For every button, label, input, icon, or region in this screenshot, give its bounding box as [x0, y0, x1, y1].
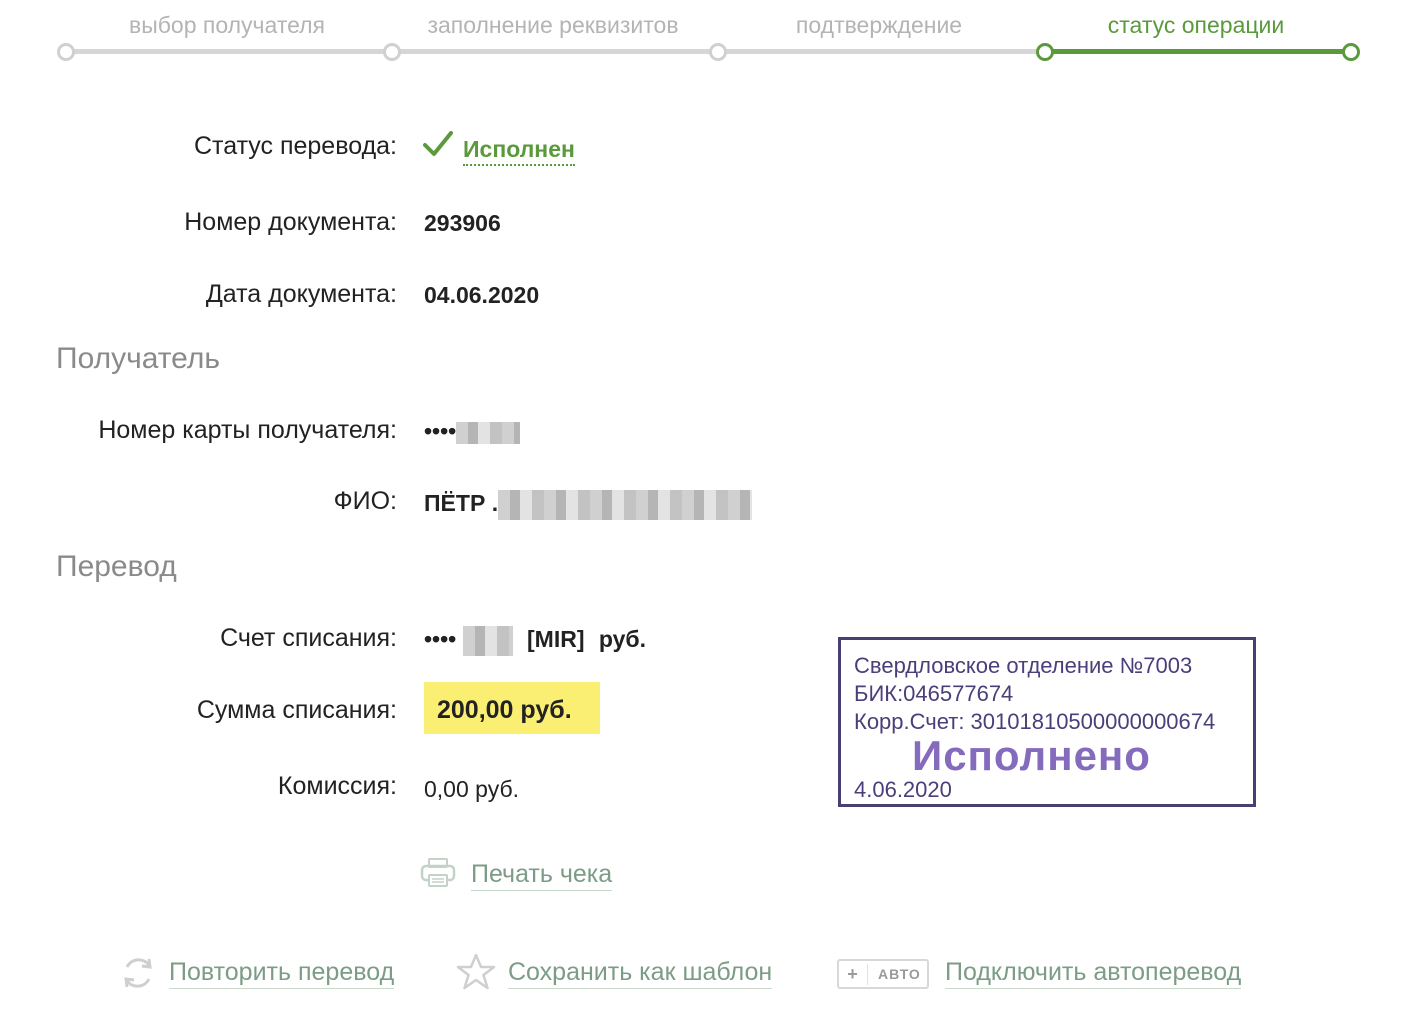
stamp-executed: Исполнено	[912, 732, 1151, 779]
document-number-value: 293906	[424, 210, 501, 236]
progress-track-active	[1044, 49, 1350, 54]
recipient-card-value: ••••	[424, 418, 521, 445]
debit-account-value: •••• [MIR] руб.	[424, 626, 646, 656]
printer-icon[interactable]	[420, 857, 456, 889]
recipient-name-label: ФИО:	[333, 487, 397, 515]
stamp-date: 4.06.2020	[854, 777, 952, 802]
recipient-name-value: ПЁТР .	[424, 490, 753, 520]
step-operation-status: статус операции	[1107, 12, 1285, 38]
account-currency: руб.	[598, 626, 647, 653]
refresh-icon[interactable]	[119, 954, 157, 992]
step-node-3	[709, 43, 727, 61]
card-mask-dots: ••••	[424, 418, 457, 444]
auto-badge[interactable]: + АВТО	[837, 959, 929, 989]
step-select-recipient: выбор получателя	[128, 12, 326, 38]
step-fill-details: заполнение реквизитов	[427, 12, 679, 38]
card-number-masked	[456, 421, 521, 444]
debit-account-label: Счет списания:	[220, 624, 397, 652]
stamp-branch: Свердловское отделение №7003	[854, 653, 1193, 678]
step-node-1	[57, 43, 75, 61]
auto-badge-label: АВТО	[878, 966, 921, 982]
progress-steps: выбор получателя заполнение реквизитов п…	[0, 0, 1420, 80]
step-node-2	[383, 43, 401, 61]
stamp-bik: БИК:046577674	[854, 681, 1014, 706]
document-number-label: Номер документа:	[184, 208, 397, 236]
step-confirmation: подтверждение	[795, 12, 963, 38]
recipient-first-name: ПЁТР .	[424, 490, 499, 517]
print-receipt-link[interactable]: Печать чека	[471, 860, 613, 891]
plus-icon: +	[839, 963, 868, 985]
repeat-transfer-link[interactable]: Повторить перевод	[169, 958, 395, 989]
commission-label: Комиссия:	[277, 772, 397, 800]
account-number-masked	[462, 626, 513, 656]
status-link[interactable]: Исполнен	[463, 136, 575, 166]
document-date-label: Дата документа:	[205, 280, 397, 308]
save-template-link[interactable]: Сохранить как шаблон	[508, 958, 773, 989]
step-node-end	[1342, 43, 1360, 61]
step-node-4	[1036, 43, 1054, 61]
bank-stamp: Свердловское отделение №7003 БИК:0465776…	[838, 637, 1256, 807]
connect-autotransfer-link[interactable]: Подключить автоперевод	[945, 958, 1242, 989]
commission-value: 0,00 руб.	[424, 776, 520, 802]
status-value[interactable]: Исполнен	[463, 136, 575, 166]
recipient-card-label: Номер карты получателя:	[98, 416, 397, 444]
account-mask-dots: ••••	[424, 626, 457, 653]
debit-amount-value: 200,00 руб.	[437, 696, 572, 724]
star-icon[interactable]	[456, 952, 496, 992]
recipient-section-title: Получатель	[56, 342, 220, 375]
document-date-value: 04.06.2020	[424, 282, 540, 308]
progress-track	[64, 49, 1044, 54]
recipient-name-masked	[498, 490, 753, 520]
status-label: Статус перевода:	[193, 132, 397, 160]
transfer-section-title: Перевод	[56, 550, 177, 583]
debit-amount-label: Сумма списания:	[196, 696, 397, 724]
check-icon	[423, 131, 453, 156]
payment-system: [MIR]	[527, 626, 585, 653]
